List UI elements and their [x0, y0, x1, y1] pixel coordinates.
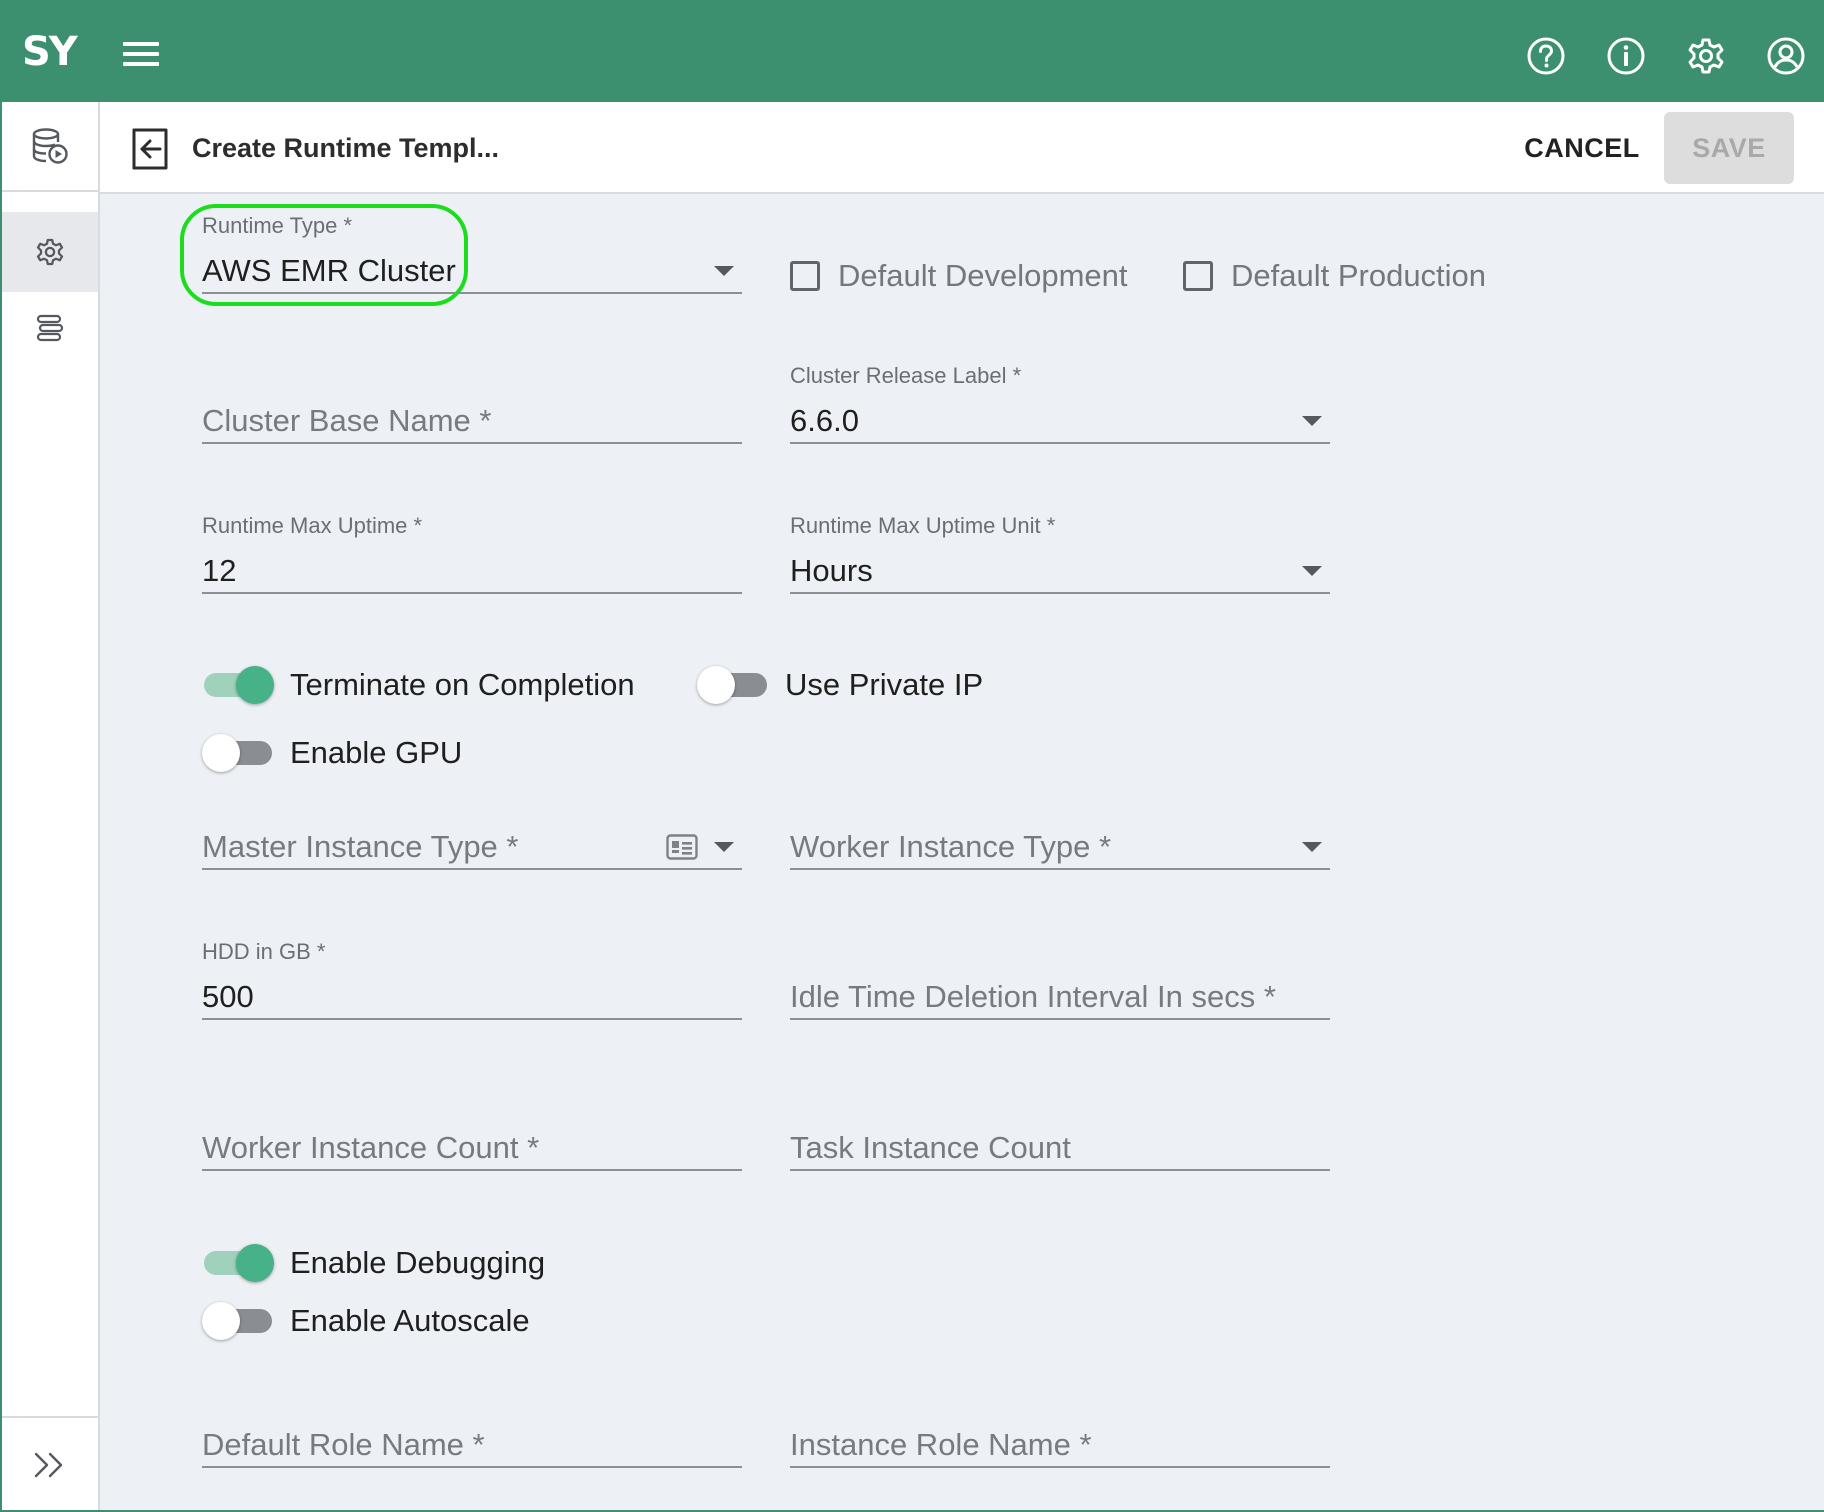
chevron-down-icon	[714, 842, 734, 852]
terminate-on-completion-label: Terminate on Completion	[290, 667, 635, 702]
expand-icon[interactable]	[2, 1416, 98, 1510]
top-app-bar: SY	[2, 2, 1824, 102]
save-button[interactable]: SAVE	[1664, 112, 1794, 184]
page-title: Create Runtime Templ...	[192, 133, 500, 163]
help-icon[interactable]	[1526, 36, 1566, 76]
use-private-ip-label: Use Private IP	[785, 667, 984, 702]
enable-autoscale-toggle[interactable]: Enable Autoscale	[202, 1302, 530, 1340]
cluster-base-name-input[interactable]: Cluster Base Name *	[202, 364, 742, 444]
toggle-switch	[202, 1302, 274, 1340]
idle-time-deletion-interval-placeholder: Idle Time Deletion Interval In secs *	[790, 979, 1276, 1014]
checkbox-icon	[790, 261, 820, 291]
checkbox-icon	[1183, 261, 1213, 291]
hdd-in-gb-label: HDD in GB *	[202, 939, 326, 964]
gear-icon[interactable]	[2, 212, 98, 292]
chevron-down-icon	[1302, 416, 1322, 426]
side-rail	[2, 102, 100, 1510]
back-icon[interactable]	[130, 128, 170, 170]
info-icon[interactable]	[1606, 36, 1646, 76]
runtime-max-uptime-label: Runtime Max Uptime *	[202, 513, 423, 538]
toggle-switch	[697, 666, 769, 704]
hdd-in-gb-input[interactable]: HDD in GB * 500	[202, 940, 742, 1020]
enable-gpu-toggle[interactable]: Enable GPU	[202, 734, 462, 772]
chevron-down-icon	[1302, 566, 1322, 576]
default-production-checkbox[interactable]: Default Production	[1183, 258, 1486, 294]
master-instance-type-select[interactable]: Master Instance Type *	[202, 790, 742, 870]
menu-icon[interactable]	[120, 40, 162, 68]
chevron-down-icon	[714, 266, 734, 276]
enable-gpu-label: Enable GPU	[290, 735, 463, 770]
cluster-base-name-placeholder: Cluster Base Name *	[202, 403, 492, 438]
database-play-icon[interactable]	[2, 106, 98, 186]
runtime-max-uptime-unit-select[interactable]: Runtime Max Uptime Unit * Hours	[790, 514, 1330, 594]
chevron-down-icon	[1302, 842, 1322, 852]
runtime-type-label: Runtime Type *	[202, 213, 353, 238]
cluster-release-label-value: 6.6.0	[790, 403, 859, 438]
runtime-max-uptime-value: 12	[202, 553, 237, 588]
default-production-label: Default Production	[1231, 258, 1487, 293]
worker-instance-count-placeholder: Worker Instance Count *	[202, 1130, 540, 1165]
master-instance-type-placeholder: Master Instance Type *	[202, 829, 519, 864]
account-icon[interactable]	[1766, 36, 1806, 76]
enable-debugging-toggle[interactable]: Enable Debugging	[202, 1244, 545, 1282]
rail-top-section	[2, 102, 98, 192]
idle-time-deletion-interval-input[interactable]: Idle Time Deletion Interval In secs *	[790, 940, 1330, 1020]
toggle-switch	[202, 666, 274, 704]
logo-text: SY	[22, 29, 78, 75]
runtime-type-value: AWS EMR Cluster	[202, 253, 456, 288]
cluster-release-label-select[interactable]: Cluster Release Label * 6.6.0	[790, 364, 1330, 444]
default-role-name-placeholder: Default Role Name *	[202, 1427, 485, 1462]
worker-instance-type-placeholder: Worker Instance Type *	[790, 829, 1112, 864]
page-header: Create Runtime Templ... CANCEL SAVE	[100, 102, 1824, 194]
worker-instance-count-input[interactable]: Worker Instance Count *	[202, 1091, 742, 1171]
enable-autoscale-label: Enable Autoscale	[290, 1303, 530, 1338]
runtime-type-select[interactable]: Runtime Type * AWS EMR Cluster	[202, 214, 742, 294]
use-private-ip-toggle[interactable]: Use Private IP	[697, 666, 983, 704]
app-window: SY Create Runtime Templ... CANCEL SAVE R…	[0, 0, 1824, 1512]
terminate-on-completion-toggle[interactable]: Terminate on Completion	[202, 666, 635, 704]
settings-icon[interactable]	[1686, 36, 1726, 76]
enable-debugging-label: Enable Debugging	[290, 1245, 546, 1280]
task-instance-count-input[interactable]: Task Instance Count	[790, 1091, 1330, 1171]
runtime-max-uptime-input[interactable]: Runtime Max Uptime * 12	[202, 514, 742, 594]
runtime-max-uptime-unit-label: Runtime Max Uptime Unit *	[790, 513, 1056, 538]
stack-icon[interactable]	[2, 288, 98, 368]
default-development-checkbox[interactable]: Default Development	[790, 258, 1128, 294]
default-role-name-input[interactable]: Default Role Name *	[202, 1388, 742, 1468]
id-card-icon[interactable]	[666, 834, 698, 860]
app-logo[interactable]: SY	[22, 30, 80, 74]
worker-instance-type-select[interactable]: Worker Instance Type *	[790, 790, 1330, 870]
hdd-in-gb-value: 500	[202, 979, 254, 1014]
default-development-label: Default Development	[838, 258, 1128, 293]
toggle-switch	[202, 734, 274, 772]
runtime-max-uptime-unit-value: Hours	[790, 553, 873, 588]
instance-role-name-placeholder: Instance Role Name *	[790, 1427, 1092, 1462]
task-instance-count-placeholder: Task Instance Count	[790, 1130, 1071, 1165]
runtime-template-form: Runtime Type * AWS EMR Cluster Default D…	[102, 196, 1824, 1510]
instance-role-name-input[interactable]: Instance Role Name *	[790, 1388, 1330, 1468]
toggle-switch	[202, 1244, 274, 1282]
cancel-button[interactable]: CANCEL	[1500, 120, 1664, 176]
cluster-release-label-label: Cluster Release Label *	[790, 363, 1022, 388]
